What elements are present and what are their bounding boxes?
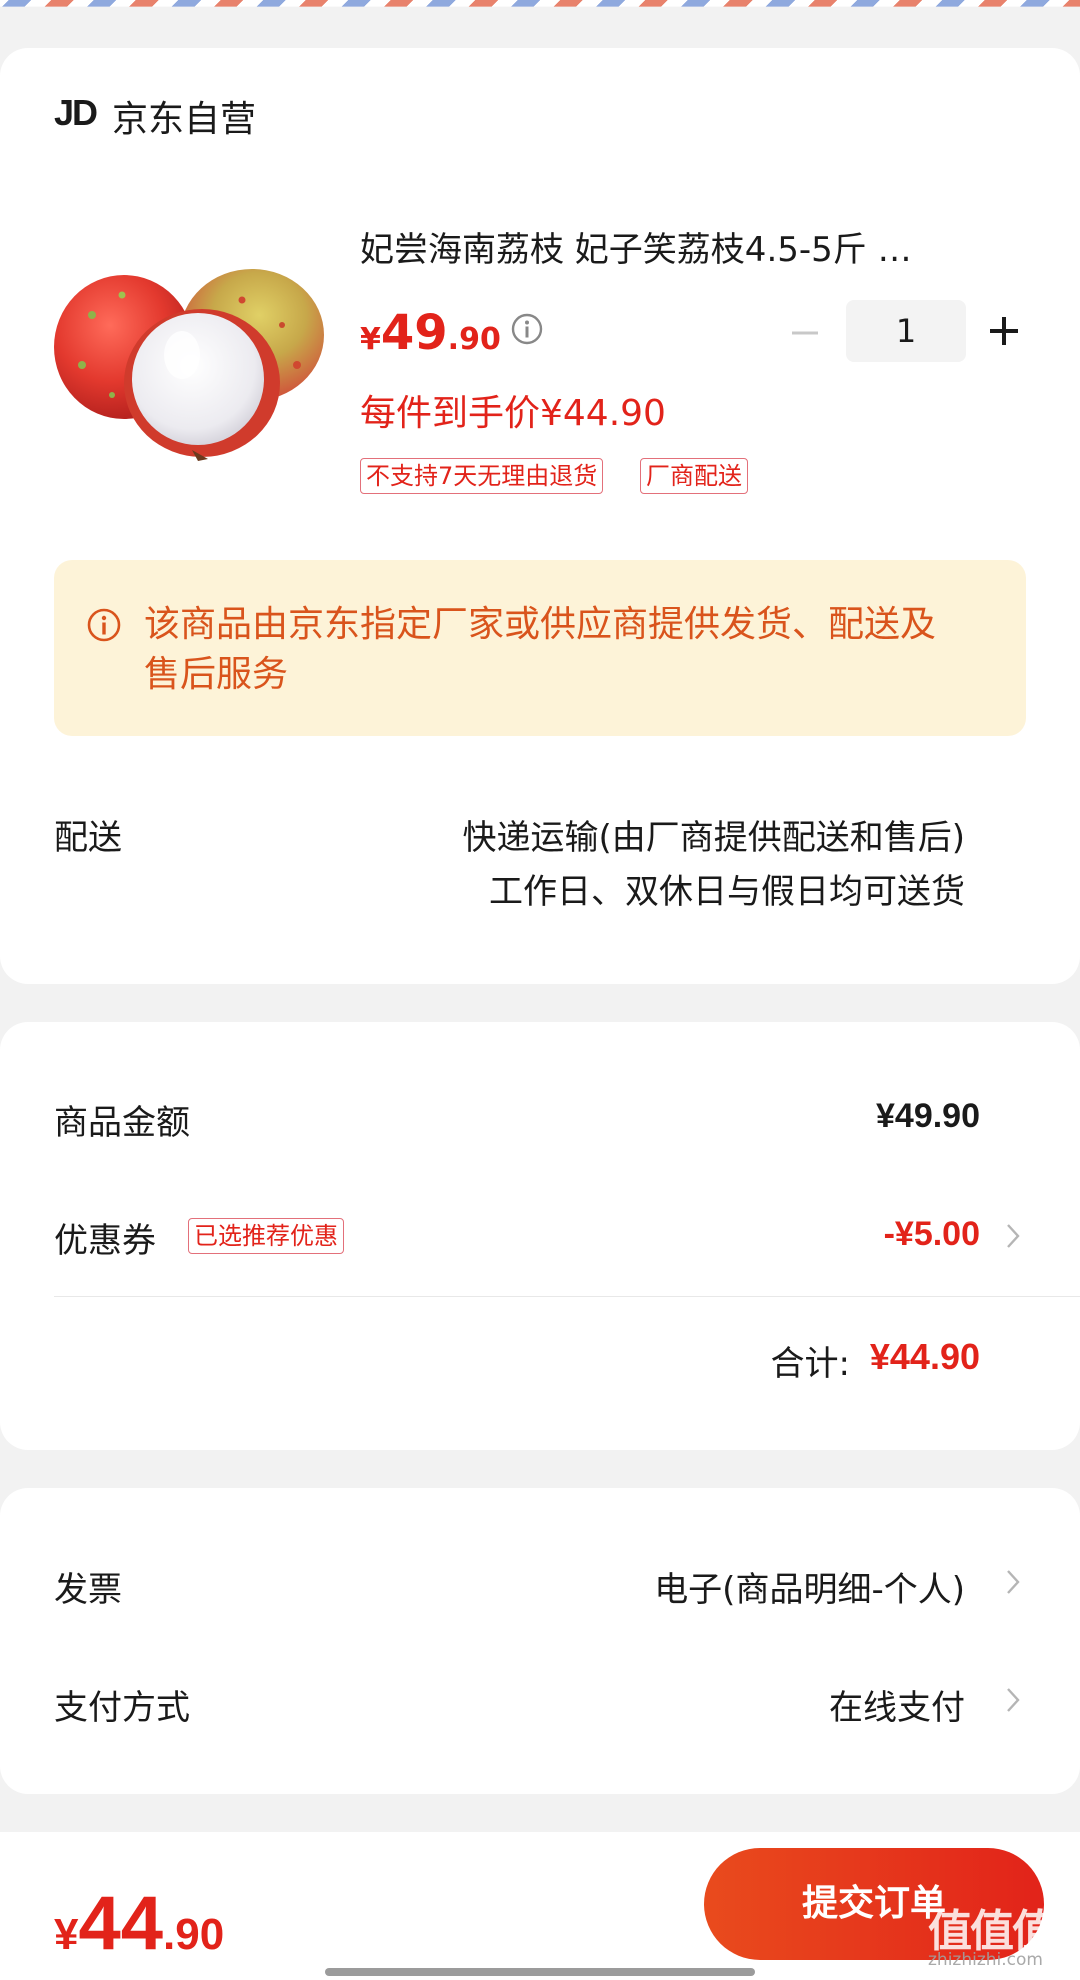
lychee-fruit-image[interactable]	[52, 255, 330, 467]
no-return-tag: 不支持7天无理由退货	[360, 458, 604, 494]
chevron-right-icon[interactable]	[1004, 1567, 1022, 1597]
product-title[interactable]: 妃尝海南荔枝 妃子笑荔枝4.5-5斤 …	[360, 222, 1010, 271]
invoice-label: 发票	[54, 1570, 122, 1610]
final-price-label: 每件到手价¥44.90	[360, 393, 666, 434]
delivery-label: 配送	[54, 818, 122, 858]
chevron-right-icon[interactable]	[1004, 1221, 1022, 1251]
goods-amount-label: 商品金额	[54, 1103, 190, 1143]
quantity-field[interactable]: 1	[846, 300, 966, 362]
product-price: ¥49.90	[360, 305, 501, 361]
price-decimal: .90	[447, 322, 501, 357]
payment-method-value[interactable]: 在线支付	[829, 1680, 965, 1729]
price-integer: 44	[78, 1881, 164, 1966]
quantity-decrease-button[interactable]	[788, 316, 822, 350]
vendor-delivery-tag: 厂商配送	[640, 458, 748, 494]
payment-method-label: 支付方式	[54, 1688, 190, 1728]
chevron-right-icon[interactable]	[1004, 1685, 1022, 1715]
price-symbol: ¥	[54, 1910, 79, 1959]
price-symbol: ¥	[360, 322, 381, 357]
invoice-value[interactable]: 电子(商品明细-个人)	[654, 1562, 965, 1611]
total-value: ¥44.90	[869, 1336, 980, 1377]
jd-logo: JD	[54, 92, 98, 133]
delivery-method[interactable]: 快递运输(由厂商提供配送和售后)	[462, 810, 965, 859]
goods-amount-value: ¥49.90	[876, 1097, 980, 1135]
delivery-schedule[interactable]: 工作日、双休日与假日均可送货	[489, 864, 965, 913]
airmail-border	[0, 0, 1080, 7]
info-icon	[87, 608, 121, 642]
home-indicator[interactable]	[325, 1968, 755, 1976]
coupon-label: 优惠券	[54, 1221, 156, 1261]
checkout-total-price: ¥44.90	[54, 1880, 224, 1967]
info-icon[interactable]	[510, 312, 544, 346]
coupon-value[interactable]: -¥5.00	[884, 1215, 980, 1254]
price-decimal: .90	[163, 1910, 225, 1959]
notice-text: 该商品由京东指定厂家或供应商提供发货、配送及售后服务	[144, 604, 937, 695]
watermark-url: zhizhizhi.com	[928, 1950, 1043, 1970]
invoice-payment-card	[0, 1488, 1080, 1794]
quantity-increase-button[interactable]	[986, 313, 1022, 349]
price-integer: 49	[380, 305, 448, 361]
total-label: 合计:	[770, 1344, 850, 1384]
recommended-coupon-tag: 已选推荐优惠	[188, 1218, 344, 1254]
store-name: 京东自营	[112, 99, 257, 140]
divider	[54, 1296, 1080, 1297]
